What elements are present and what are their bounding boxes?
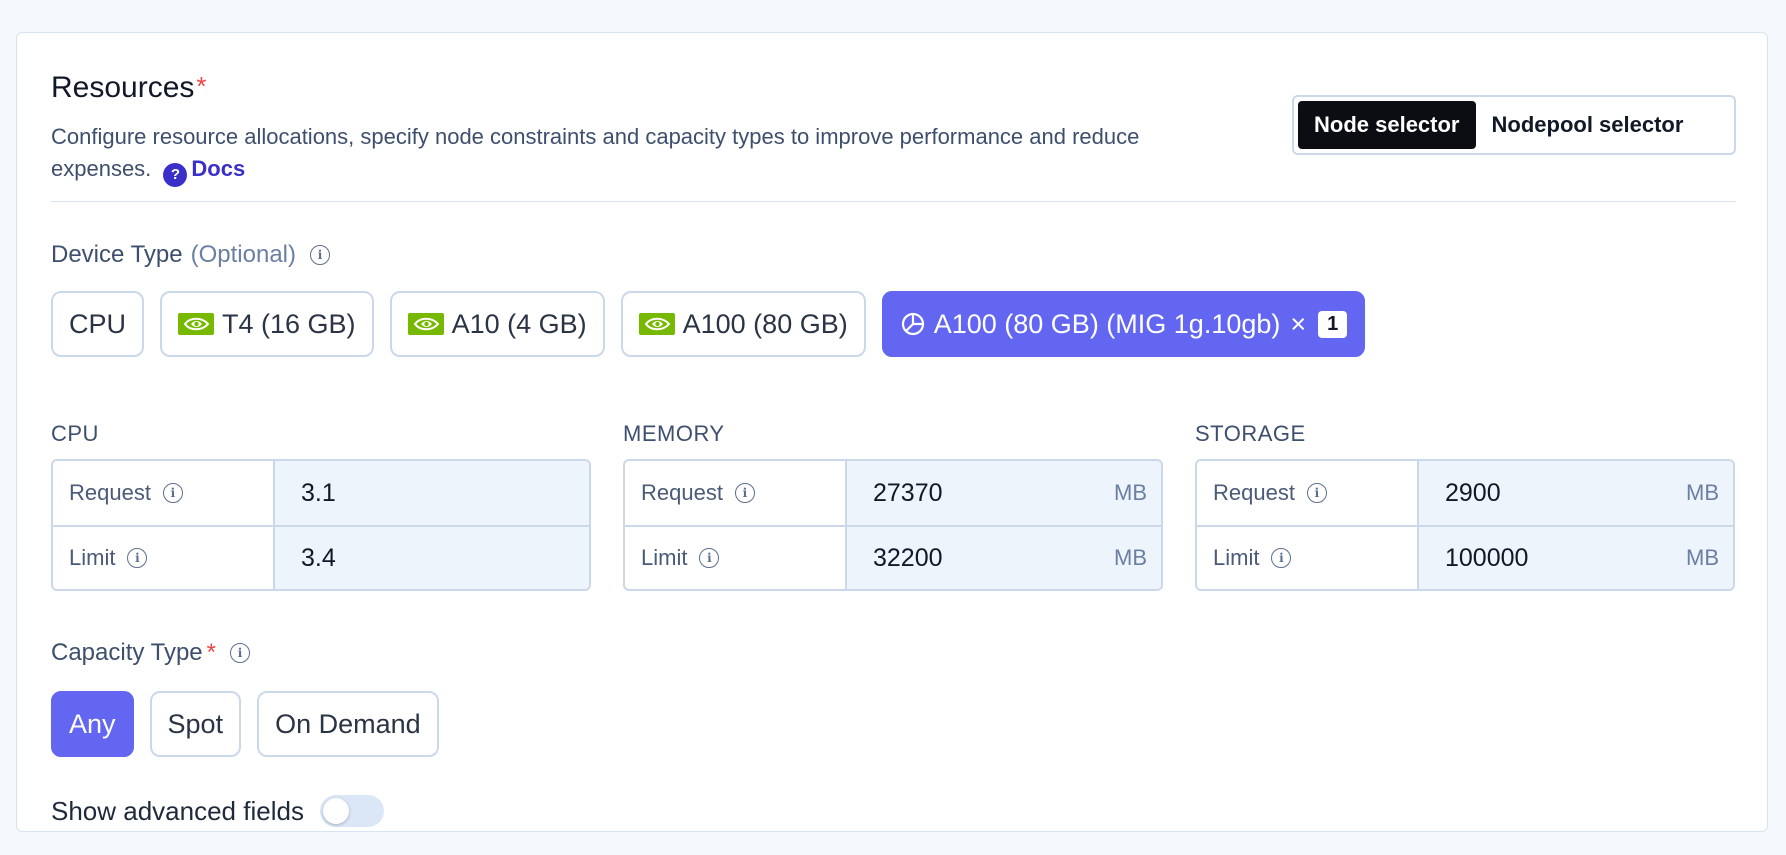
device-option-t4[interactable]: T4 (16 GB) [160, 291, 374, 357]
storage-limit-input[interactable]: 100000 MB [1419, 527, 1733, 589]
resources-card: Resources* Configure resource allocation… [16, 32, 1768, 832]
storage-limit-value: 100000 [1445, 543, 1529, 572]
storage-request-value: 2900 [1445, 478, 1501, 507]
capacity-type-options: Any Spot On Demand [51, 691, 455, 757]
cpu-title: CPU [51, 421, 99, 446]
cpu-table: Request i 3.1 Limit i 3.4 [51, 459, 591, 591]
storage-request-label: Request i [1197, 461, 1419, 525]
device-option-a100[interactable]: A100 (80 GB) [620, 291, 866, 357]
docs-link[interactable]: Docs [191, 156, 245, 181]
device-option-a100-mig[interactable]: A100 (80 GB) (MIG 1g.10gb) × 1 [881, 291, 1366, 357]
question-circle-icon: ? [163, 163, 188, 187]
selector-toggle: Node selector Nodepool selector [1292, 95, 1736, 155]
cpu-request-row: Request i 3.1 [53, 461, 589, 525]
resources-card-content: Resources* Configure resource allocation… [51, 33, 1736, 831]
device-type-label: Device Type (Optional) i [51, 241, 330, 269]
memory-limit-row: Limit i 32200 MB [625, 525, 1161, 589]
capacity-type-label: Capacity Type * i [51, 639, 250, 667]
device-option-label: A100 (80 GB) [682, 308, 848, 339]
memory-request-label: Request i [625, 461, 847, 525]
multiplier-sign: × [1290, 308, 1307, 339]
cpu-request-label: Request i [53, 461, 275, 525]
memory-title: MEMORY [623, 421, 725, 446]
required-asterisk: * [206, 639, 216, 666]
capacity-option-on-demand[interactable]: On Demand [257, 691, 439, 757]
gpu-quantity-input[interactable]: 1 [1318, 310, 1348, 338]
capacity-option-any[interactable]: Any [51, 691, 134, 757]
cpu-limit-input[interactable]: 3.4 [275, 527, 589, 589]
device-type-options: CPU T4 (16 GB) A10 (4 GB) A100 (80 GB) A… [51, 291, 1381, 357]
request-label-text: Request [69, 480, 151, 505]
nodepool-selector-button[interactable]: Nodepool selector [1476, 101, 1700, 149]
advanced-fields-label: Show advanced fields [51, 795, 304, 826]
storage-request-row: Request i 2900 MB [1197, 461, 1733, 525]
memory-table: Request i 27370 MB Limit i 32200 MB [623, 459, 1163, 591]
toggle-knob [322, 798, 349, 824]
storage-limit-label: Limit i [1197, 527, 1419, 589]
request-label-text: Request [641, 480, 723, 505]
unit-label: MB [1686, 480, 1719, 505]
nvidia-icon [178, 313, 215, 335]
unit-label: MB [1686, 545, 1719, 570]
memory-resource-group: MEMORY Request i 27370 MB Limit i 32200 … [623, 421, 1163, 591]
info-icon[interactable]: i [1306, 483, 1327, 503]
info-icon[interactable]: i [734, 483, 755, 503]
cpu-limit-value: 3.4 [301, 543, 336, 572]
required-asterisk: * [196, 71, 207, 101]
capacity-type-label-text: Capacity Type [51, 639, 203, 666]
cpu-request-input[interactable]: 3.1 [275, 461, 589, 525]
storage-request-input[interactable]: 2900 MB [1419, 461, 1733, 525]
info-icon[interactable]: i [162, 483, 183, 503]
optional-label: (Optional) [190, 241, 296, 268]
storage-title: STORAGE [1195, 421, 1306, 446]
limit-label-text: Limit [69, 545, 116, 570]
device-option-label: A100 (80 GB) (MIG 1g.10gb) [933, 308, 1281, 339]
device-option-a10[interactable]: A10 (4 GB) [389, 291, 605, 357]
device-option-label: A10 (4 GB) [451, 308, 587, 339]
limit-label-text: Limit [1213, 545, 1260, 570]
device-type-label-text: Device Type [51, 241, 183, 268]
advanced-fields-row: Show advanced fields [51, 795, 384, 827]
capacity-option-spot[interactable]: Spot [149, 691, 242, 757]
cpu-limit-row: Limit i 3.4 [53, 525, 589, 589]
cpu-limit-label: Limit i [53, 527, 275, 589]
memory-limit-value: 32200 [873, 543, 943, 572]
info-icon[interactable]: i [127, 548, 148, 568]
device-option-cpu[interactable]: CPU [51, 291, 145, 357]
storage-resource-group: STORAGE Request i 2900 MB Limit i 100000… [1195, 421, 1735, 591]
section-description: Configure resource allocations, specify … [51, 121, 1241, 187]
section-header: Resources* [51, 71, 207, 105]
device-option-label: CPU [69, 308, 127, 339]
node-selector-button[interactable]: Node selector [1298, 101, 1476, 149]
storage-limit-row: Limit i 100000 MB [1197, 525, 1733, 589]
unit-label: MB [1114, 480, 1147, 505]
storage-table: Request i 2900 MB Limit i 100000 MB [1195, 459, 1735, 591]
memory-limit-input[interactable]: 32200 MB [847, 527, 1161, 589]
unit-label: MB [1114, 545, 1147, 570]
cpu-resource-group: CPU Request i 3.1 Limit i 3.4 [51, 421, 591, 591]
nvidia-icon [407, 313, 444, 335]
request-label-text: Request [1213, 480, 1295, 505]
cpu-request-value: 3.1 [301, 478, 336, 507]
info-icon[interactable]: i [699, 548, 720, 568]
info-icon[interactable]: i [310, 245, 330, 265]
memory-request-value: 27370 [873, 478, 943, 507]
memory-request-row: Request i 27370 MB [625, 461, 1161, 525]
memory-limit-label: Limit i [625, 527, 847, 589]
device-option-label: T4 (16 GB) [222, 308, 356, 339]
nvidia-icon [638, 313, 675, 335]
section-title: Resources [51, 71, 195, 104]
advanced-fields-toggle[interactable] [319, 795, 384, 827]
header-divider [51, 201, 1736, 202]
info-icon[interactable]: i [229, 643, 250, 663]
info-icon[interactable]: i [1271, 548, 1292, 568]
memory-request-input[interactable]: 27370 MB [847, 461, 1161, 525]
pie-chart-icon [901, 312, 924, 336]
limit-label-text: Limit [641, 545, 688, 570]
